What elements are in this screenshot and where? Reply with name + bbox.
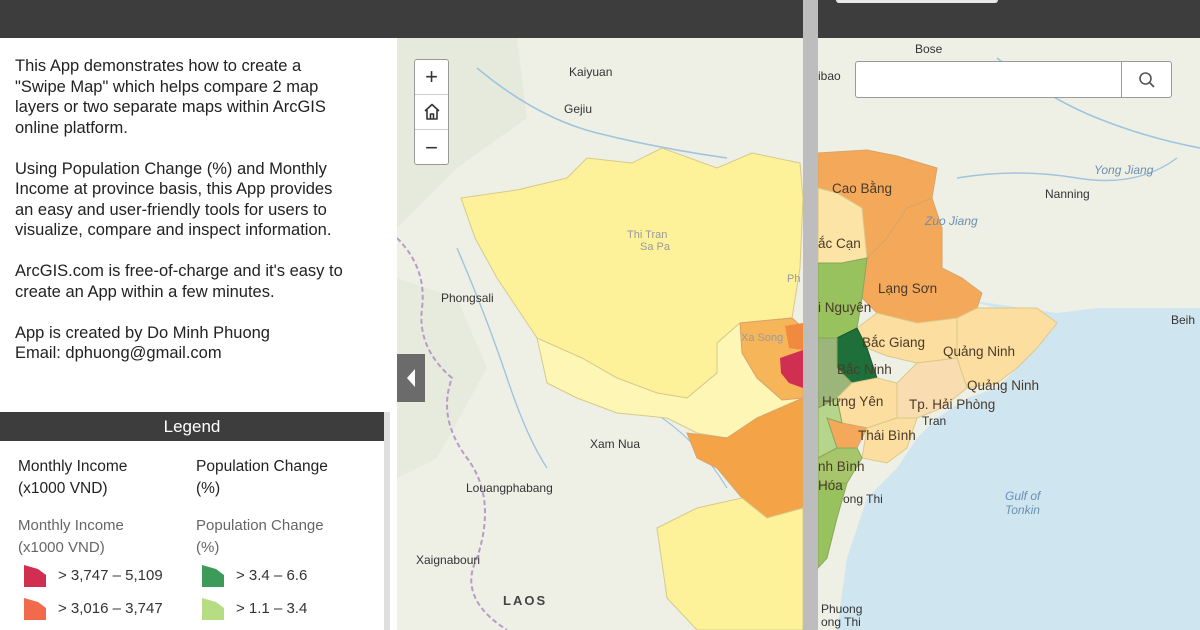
description-paragraph-1: This App demonstrates how to create a "S… [15, 57, 326, 137]
map-label: Bose [915, 42, 943, 56]
legend-item: > 3,747 – 5,109 [18, 559, 188, 592]
app-description: This App demonstrates how to create a "S… [15, 56, 385, 364]
legend-swatch [202, 597, 224, 620]
map-label: Hóa [818, 478, 843, 493]
map-label: nh Bình [818, 459, 865, 474]
legend-swatch [24, 564, 46, 587]
map-label: Tonkin [1005, 503, 1040, 517]
map-view[interactable]: Kaiyuan Gejiu Thi Tran Sa Pa Phongsali X… [397, 38, 1200, 630]
legend-swatch [24, 597, 46, 620]
map-label: ibao [818, 69, 841, 83]
map-label: Hưng Yên [822, 394, 883, 409]
zoom-in-button[interactable]: + [415, 60, 448, 95]
legend-header: Legend [0, 412, 384, 441]
legend-item: > 3.4 – 6.6 [196, 559, 366, 592]
map-label: i Nguyên [818, 300, 871, 315]
map-label: ắc Cạn [818, 236, 861, 251]
legend-population-column: Population Change (%) Population Change … [196, 456, 366, 625]
map-label: Kaiyuan [569, 65, 612, 79]
zoom-controls: + − [414, 59, 449, 165]
map-label: Nanning [1045, 187, 1090, 201]
map-label: Bắc Giang [862, 335, 925, 350]
map-label: Ph [787, 273, 800, 285]
map-label: Thi Tran [627, 229, 667, 241]
top-bar [0, 0, 1200, 38]
search-input[interactable] [858, 64, 1120, 95]
legend-body[interactable]: Monthly Income (x1000 VND) Monthly Incom… [0, 441, 384, 630]
map-label: Louangphabang [466, 481, 553, 495]
home-icon [423, 103, 440, 120]
map-label: Yong Jiang [1094, 163, 1154, 177]
description-paragraph-3: ArcGIS.com is free-of-charge and it's ea… [15, 262, 343, 301]
map-label: Phuong [821, 602, 862, 616]
legend-population-title: Population Change (%) [196, 458, 328, 497]
legend-income-title: Monthly Income (x1000 VND) [18, 458, 128, 497]
chevron-left-icon [407, 369, 415, 387]
map-label: Xa Song [741, 332, 783, 344]
top-bar-tab[interactable] [836, 0, 998, 3]
legend-item-label: > 3.4 – 6.6 [236, 567, 308, 584]
map-label: Zuo Jiang [924, 214, 978, 228]
map-label: Beih [1171, 313, 1195, 327]
map-label: LAOS [503, 593, 547, 608]
search-button[interactable] [1121, 62, 1172, 97]
legend-population-subtitle: Population Change (%) [196, 517, 324, 556]
province-region[interactable] [656, 497, 804, 630]
description-paragraph-2: Using Population Change (%) and Monthly … [15, 159, 333, 240]
swipe-handle[interactable] [397, 354, 425, 402]
map-label: Quảng Ninh [967, 378, 1039, 393]
map-label: Phongsali [441, 291, 494, 305]
map-label: Sa Pa [640, 241, 671, 253]
map-label: Bắc Ninh [837, 362, 892, 377]
home-button[interactable] [415, 95, 448, 130]
description-paragraph-4: App is created by Do Minh Phuong Email: … [15, 323, 270, 363]
legend-item-label: > 3,747 – 5,109 [58, 567, 163, 584]
search-box [855, 61, 1172, 98]
legend-item: > 1.1 – 3.4 [196, 592, 366, 625]
legend-income-subtitle: Monthly Income (x1000 VND) [18, 517, 124, 556]
map-label: Gulf of [1005, 489, 1042, 503]
legend-item: > 3,016 – 3,747 [18, 592, 188, 625]
legend-income-column: Monthly Income (x1000 VND) Monthly Incom… [18, 456, 188, 625]
swipe-divider[interactable] [803, 0, 818, 630]
map-label: Xaignabouri [416, 553, 480, 567]
legend-swatch [202, 564, 224, 587]
search-icon [1139, 71, 1155, 88]
map-label: Quảng Ninh [943, 344, 1015, 359]
legend-panel: Legend Monthly Income (x1000 VND) Monthl… [0, 412, 390, 630]
map-label: Gejiu [564, 102, 592, 116]
map-label: Xam Nua [590, 437, 640, 451]
map-label: Tp. Hải Phòng [909, 397, 995, 412]
legend-item-label: > 1.1 – 3.4 [236, 600, 308, 617]
map-label: ong Thi [821, 615, 861, 629]
map-label: ong Thi [843, 492, 883, 506]
map-label: Tran [922, 414, 946, 428]
map-label: Cao Bằng [832, 181, 892, 196]
legend-item-label: > 3,016 – 3,747 [58, 600, 163, 617]
map-label: Lạng Sơn [878, 281, 937, 296]
map-label: Thái Bình [858, 428, 916, 443]
zoom-out-button[interactable]: − [415, 130, 448, 165]
map-canvas[interactable]: Kaiyuan Gejiu Thi Tran Sa Pa Phongsali X… [397, 38, 1200, 630]
